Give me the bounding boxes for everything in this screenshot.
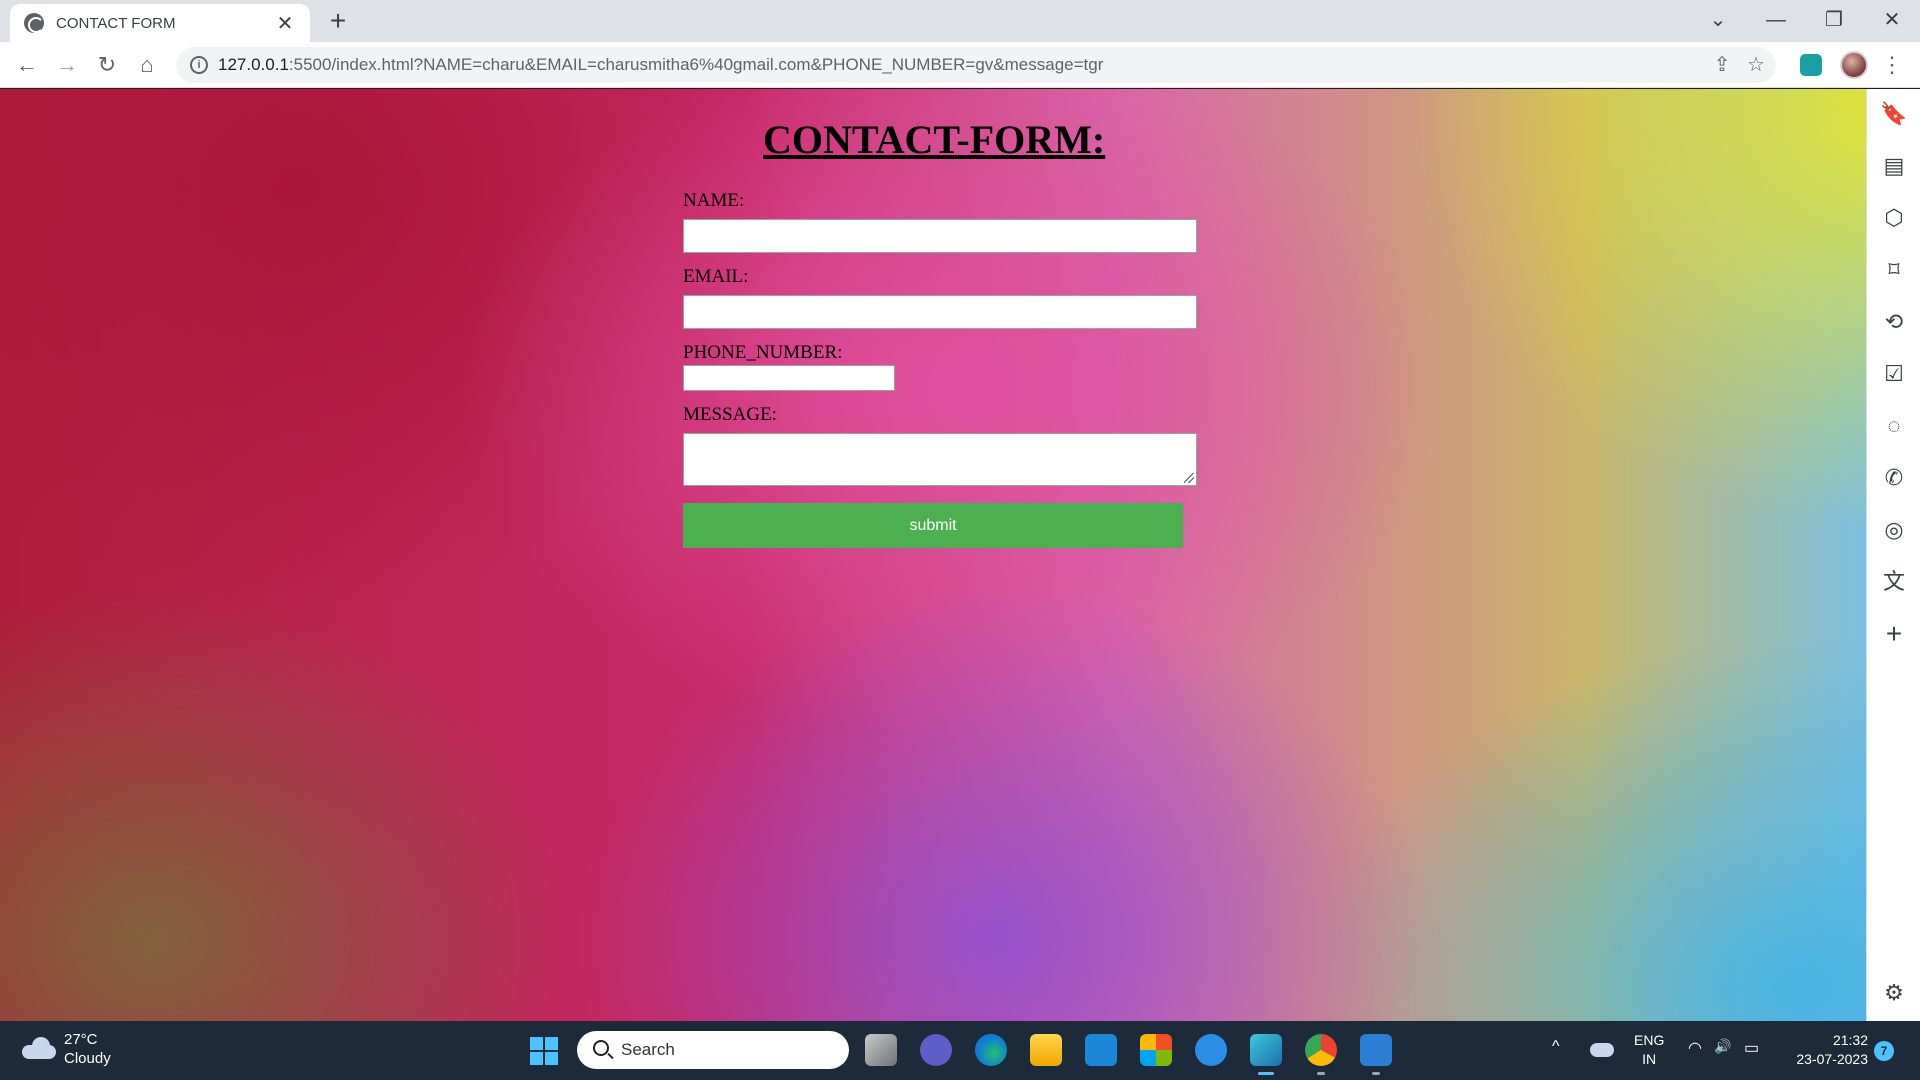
- close-tab-icon[interactable]: ✕: [274, 11, 296, 36]
- microsoft-store-icon[interactable]: [1140, 1034, 1172, 1066]
- address-bar[interactable]: i 127.0.0.1:5500/index.html?NAME=charu&E…: [176, 47, 1776, 83]
- phone-number-label: PHONE_NUMBER:: [683, 342, 843, 363]
- notification-badge[interactable]: 7: [1874, 1041, 1894, 1061]
- browser-toolbar: ← → ↻ ⌂ i 127.0.0.1:5500/index.html?NAME…: [0, 42, 1920, 88]
- browser-tab[interactable]: CONTACT FORM ✕: [10, 4, 310, 42]
- close-window-button[interactable]: ✕: [1864, 0, 1920, 40]
- language-indicator[interactable]: ENG IN: [1634, 1031, 1664, 1069]
- translate-icon[interactable]: 文: [1880, 568, 1908, 596]
- back-button[interactable]: ←: [11, 49, 43, 81]
- cube-icon[interactable]: ⬡: [1880, 204, 1908, 232]
- globe-icon: [24, 13, 44, 33]
- bookmark-icon[interactable]: 🔖: [1880, 100, 1908, 128]
- browser-menu-icon[interactable]: ⋮: [1880, 49, 1904, 81]
- teams-chat-icon[interactable]: [920, 1034, 952, 1066]
- url-text[interactable]: 127.0.0.1:5500/index.html?NAME=charu&EMA…: [218, 47, 1103, 83]
- minimize-button[interactable]: —: [1748, 0, 1804, 40]
- lang-top: ENG: [1634, 1032, 1665, 1048]
- weather-desc[interactable]: Cloudy: [64, 1050, 111, 1067]
- battery-icon[interactable]: ▭: [1744, 1038, 1759, 1058]
- url-path: :5500/index.html?NAME=charu&EMAIL=charus…: [288, 55, 1104, 74]
- tray-chevron-icon[interactable]: ^: [1552, 1038, 1560, 1056]
- start-button[interactable]: [530, 1037, 558, 1065]
- email-input[interactable]: [683, 295, 1197, 329]
- page-title: CONTACT-FORM:: [763, 117, 1106, 162]
- tab-search-button[interactable]: ⌄: [1690, 0, 1746, 40]
- chrome-icon[interactable]: [1305, 1034, 1337, 1075]
- messenger-icon[interactable]: ◌: [1880, 412, 1908, 440]
- vscode-icon[interactable]: [1360, 1034, 1392, 1075]
- email-label: EMAIL:: [683, 266, 749, 287]
- clock[interactable]: 21:32 23-07-2023: [1784, 1031, 1868, 1069]
- message-label: MESSAGE:: [683, 404, 777, 425]
- volume-icon[interactable]: 🔊: [1714, 1038, 1731, 1055]
- resize-grip-icon[interactable]: [1184, 473, 1194, 483]
- sync-icon[interactable]: ⟲: [1880, 308, 1908, 336]
- profile-avatar[interactable]: [1840, 51, 1868, 79]
- task-view-icon[interactable]: [865, 1034, 897, 1066]
- settings-icon[interactable]: ⚙: [1880, 979, 1908, 1007]
- myhp-icon[interactable]: [1085, 1034, 1117, 1066]
- reload-button[interactable]: ↻: [91, 49, 123, 81]
- forward-button[interactable]: →: [51, 49, 83, 81]
- side-panel: 🔖 ▤ ⬡ ⌑ ⟲ ☑ ◌ ✆ ◎ 文 + ⚙: [1866, 89, 1920, 1021]
- clock-time: 21:32: [1832, 1032, 1868, 1048]
- weather-temp[interactable]: 27°C: [64, 1031, 98, 1048]
- clock-date: 23-07-2023: [1796, 1051, 1868, 1067]
- search-placeholder: Search: [621, 1040, 675, 1059]
- taskbar: 27°C Cloudy Search ^ ENG IN ◠ 🔊 ▭ 21:32 …: [0, 1021, 1920, 1080]
- message-textarea[interactable]: [683, 433, 1197, 486]
- file-explorer-icon[interactable]: [1030, 1034, 1062, 1066]
- name-input[interactable]: [683, 219, 1197, 253]
- extension-icon[interactable]: [1800, 54, 1822, 76]
- new-tab-button[interactable]: +: [322, 6, 354, 38]
- site-info-icon[interactable]: i: [190, 56, 208, 74]
- tab-title: CONTACT FORM: [56, 14, 176, 32]
- reading-list-icon[interactable]: ▤: [1880, 152, 1908, 180]
- tag-icon[interactable]: ⌑: [1880, 256, 1908, 284]
- share-icon[interactable]: ⇪: [1708, 51, 1736, 79]
- onedrive-icon[interactable]: [1590, 1043, 1614, 1057]
- edge-icon[interactable]: [975, 1034, 1007, 1066]
- cloud-icon[interactable]: [22, 1037, 56, 1059]
- whatsapp-icon[interactable]: ✆: [1880, 464, 1908, 492]
- lang-bottom: IN: [1642, 1051, 1657, 1067]
- tab-strip: CONTACT FORM ✕ + ⌄ — ❐ ✕: [0, 0, 1920, 42]
- instagram-icon[interactable]: ◎: [1880, 516, 1908, 544]
- submit-button[interactable]: submit: [683, 503, 1183, 548]
- page-viewport: CONTACT-FORM: NAME: EMAIL: PHONE_NUMBER:…: [0, 89, 1866, 1021]
- url-host: 127.0.0.1: [218, 55, 289, 74]
- add-icon[interactable]: +: [1880, 620, 1908, 648]
- wifi-icon[interactable]: ◠: [1688, 1038, 1702, 1058]
- name-label: NAME:: [683, 190, 745, 211]
- bookmark-star-icon[interactable]: ☆: [1742, 51, 1770, 79]
- checklist-icon[interactable]: ☑: [1880, 360, 1908, 388]
- restore-button[interactable]: ❐: [1806, 0, 1862, 40]
- home-button[interactable]: ⌂: [131, 49, 163, 81]
- taskbar-search[interactable]: Search: [577, 1031, 849, 1069]
- get-help-icon[interactable]: [1195, 1034, 1227, 1066]
- phone-number-input[interactable]: [683, 365, 895, 391]
- search-icon: [593, 1040, 609, 1056]
- active-app-icon[interactable]: [1250, 1034, 1282, 1075]
